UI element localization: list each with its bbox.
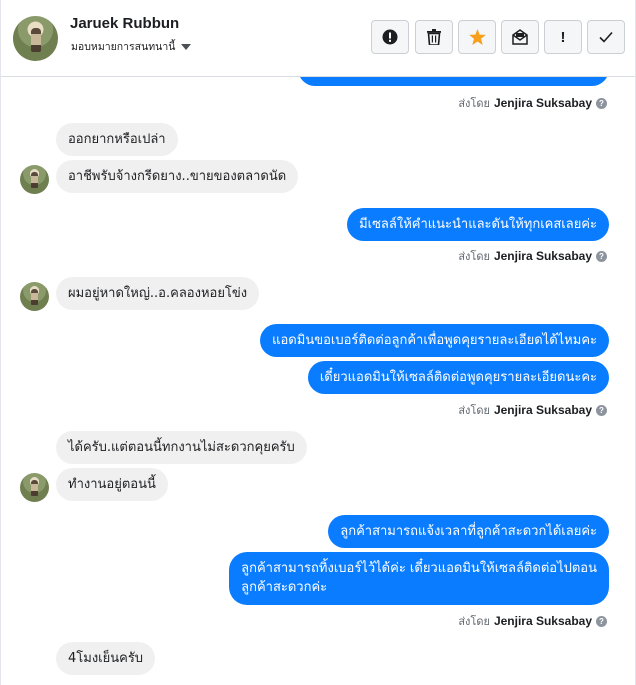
delete-button[interactable] <box>415 20 453 54</box>
sender-avatar <box>20 282 49 311</box>
incoming-message: ทำงานอยู่ตอนนี้ <box>56 468 168 501</box>
mark-unread-button[interactable] <box>501 20 539 54</box>
outgoing-message: มีเซลล์ให้คำแนะนำและดันให้ทุกเคสเลยค่ะ <box>347 208 609 241</box>
spam-button[interactable] <box>371 20 409 54</box>
sender-avatar <box>20 165 49 194</box>
help-icon[interactable]: ? <box>596 250 607 262</box>
incoming-message: ได้ครับ.แต่ตอนนี้ทกงานไม่สะดวกคุยครับ <box>56 431 307 464</box>
sent-by-label: ส่งโดย Jenjira Suksabay ? <box>458 401 607 419</box>
sent-by-label: ส่งโดย Jenjira Suksabay ? <box>458 612 607 630</box>
sent-by-label: ส่งโดย Jenjira Suksabay ? <box>458 247 607 265</box>
assign-label: มอบหมายการสนทนานี้ <box>71 41 176 53</box>
contact-name[interactable]: Jaruek Rubbun <box>70 15 179 32</box>
contact-avatar[interactable] <box>13 16 58 61</box>
follow-up-label: ! <box>560 28 566 46</box>
help-icon[interactable]: ? <box>596 615 607 627</box>
trash-icon <box>427 29 441 45</box>
follow-up-button[interactable]: ! <box>544 20 582 54</box>
outgoing-message: ลูกค้าสามารถทิ้งเบอร์ไว้ได้ค่ะ เดี๋ยวแอด… <box>229 552 609 605</box>
incoming-message: 4โมงเย็นครับ <box>56 642 156 675</box>
assign-conversation-dropdown[interactable]: มอบหมายการสนทนานี้ <box>71 38 192 55</box>
star-icon <box>468 29 486 45</box>
incoming-message: อาชีพรับจ้างกรีดยาง..ขายของตลาดนัด <box>56 160 299 193</box>
incoming-message: ผมอยู่หาดใหญ่..อ.คลองหอยโข่ง <box>56 277 260 310</box>
agent-name: Jenjira Suksabay <box>493 403 592 417</box>
sent-by-label: ส่งโดย Jenjira Suksabay ? <box>458 94 607 112</box>
chat-window: ส่งโดย Jenjira Suksabay ? ออกยากหรือเปล่… <box>0 0 636 685</box>
help-icon[interactable]: ? <box>596 97 607 109</box>
incoming-message: ออกยากหรือเปล่า <box>56 123 178 156</box>
caret-down-icon <box>181 43 192 50</box>
outgoing-message: แอดมินขอเบอร์ติดต่อลูกค้าเพื่อพูดคุยรายล… <box>260 324 609 357</box>
agent-name: Jenjira Suksabay <box>493 249 592 263</box>
help-icon[interactable]: ? <box>596 404 607 416</box>
sender-avatar <box>20 473 49 502</box>
outgoing-message: เดี๋ยวแอดมินให้เซลล์ติดต่อพูดคุยรายละเอี… <box>307 361 609 394</box>
done-button[interactable] <box>587 20 625 54</box>
message-list[interactable]: ส่งโดย Jenjira Suksabay ? ออกยากหรือเปล่… <box>1 0 635 685</box>
conversation-header: Jaruek Rubbun มอบหมายการสนทนานี้ ! <box>1 0 635 77</box>
star-button[interactable] <box>458 20 496 54</box>
check-icon <box>599 31 613 43</box>
outgoing-message: ลูกค้าสามารถแจ้งเวลาที่ลูกค้าสะดวกได้เลย… <box>328 515 609 548</box>
message-line: ลูกค้าสามารถทิ้งเบอร์ไว้ได้ค่ะ เดี๋ยวแอด… <box>241 561 597 576</box>
message-line: ลูกค้าสะดวกค่ะ <box>241 580 328 595</box>
agent-name: Jenjira Suksabay <box>493 614 592 628</box>
agent-name: Jenjira Suksabay <box>493 96 592 110</box>
envelope-icon <box>512 29 528 45</box>
alert-circle-icon <box>382 29 398 45</box>
